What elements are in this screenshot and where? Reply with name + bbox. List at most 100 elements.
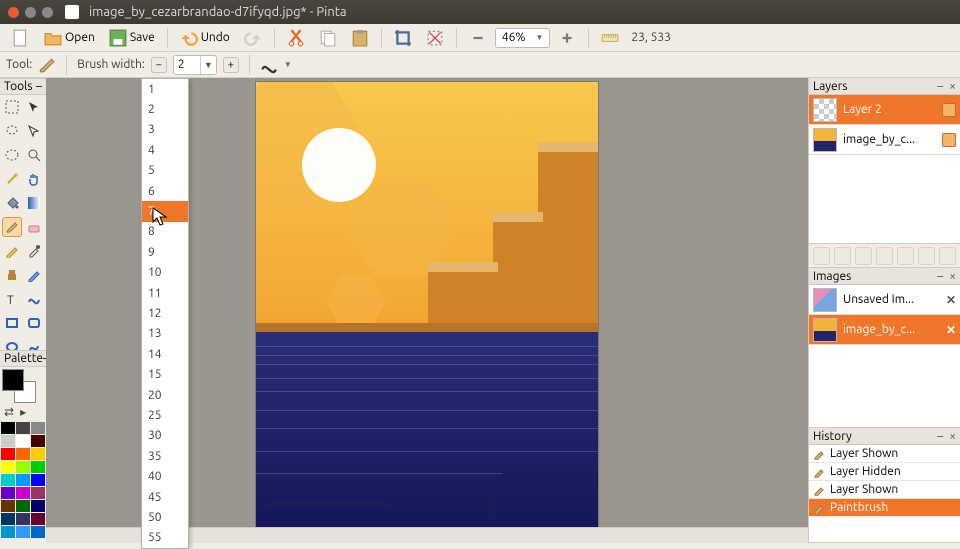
undo-button[interactable]: Undo [174,27,236,49]
panel-minimize-icon[interactable]: – [937,270,943,283]
tool-zoom[interactable] [24,145,44,165]
history-icon [813,484,825,496]
tool-rect[interactable] [2,313,22,333]
swap-colors-icon[interactable]: ⇄ [4,405,14,419]
image-close-icon[interactable]: ✕ [946,323,956,337]
layer-delete-button[interactable] [834,247,851,265]
layer-visible-checkbox[interactable] [942,103,956,117]
dropdown-item[interactable]: 12 [142,303,188,323]
open-label: Open [65,31,95,44]
dropdown-item[interactable]: 20 [142,385,188,405]
dropdown-item[interactable]: 9 [142,242,188,262]
dropdown-item[interactable]: 10 [142,263,188,283]
tool-gradient[interactable] [24,193,44,213]
tools-panel: Tools– T [0,78,46,359]
layer-add-button[interactable] [813,247,830,265]
layer-props-button[interactable] [939,247,956,265]
panel-close-icon[interactable]: × [949,270,956,283]
dropdown-item[interactable]: 40 [142,466,188,486]
brush-width-decrease[interactable]: − [151,57,167,73]
image-close-icon[interactable]: ✕ [946,293,956,307]
dropdown-item[interactable]: 30 [142,426,188,446]
tool-wand[interactable] [2,169,22,189]
window-maximize-button[interactable] [42,7,53,18]
dropdown-item[interactable]: 1 [142,79,188,99]
canvas[interactable] [256,82,598,527]
history-label: Layer Shown [830,447,898,460]
palette-menu-icon[interactable]: ▸ [20,405,26,419]
panel-close-icon[interactable]: × [949,80,956,93]
tool-fill[interactable] [2,193,22,213]
tool-shapes[interactable] [24,289,44,309]
tool-recolor[interactable] [24,265,44,285]
redo-button[interactable] [238,27,268,49]
open-button[interactable]: Open [38,27,101,49]
tool-clone[interactable] [2,265,22,285]
dropdown-item[interactable]: 11 [142,283,188,303]
tool-eraser[interactable] [24,217,44,237]
window-close-button[interactable] [8,7,19,18]
image-row[interactable]: image_by_c... ✕ [809,315,960,345]
tool-pan[interactable] [24,169,44,189]
panel-close-icon[interactable]: × [949,430,956,443]
dropdown-item[interactable]: 45 [142,487,188,507]
dropdown-item[interactable]: 6 [142,181,188,201]
tool-text[interactable]: T [2,289,22,309]
chevron-down-icon: ▼ [535,33,543,42]
tool-picker[interactable] [24,241,44,261]
copy-button[interactable] [313,27,343,49]
tool-ellipse-select[interactable] [2,145,22,165]
tool-pencil[interactable] [2,241,22,261]
new-button[interactable] [6,27,36,49]
primary-color-swatch[interactable] [2,369,24,391]
panel-minimize-icon[interactable]: – [937,80,943,93]
dropdown-item[interactable]: 13 [142,324,188,344]
dropdown-item[interactable]: 50 [142,507,188,527]
chevron-down-icon[interactable]: ▼ [284,60,292,69]
dropdown-item[interactable]: 2 [142,99,188,119]
image-row[interactable]: Unsaved Im... ✕ [809,285,960,315]
chevron-down-icon[interactable]: ▼ [200,56,216,74]
dropdown-item[interactable]: 14 [142,344,188,364]
brush-width-spin[interactable]: 2 ▼ [173,55,217,75]
layer-row[interactable]: Layer 2 [809,95,960,125]
stroke-style-button[interactable] [260,56,278,74]
history-row[interactable]: Paintbrush [809,499,960,517]
brush-width-dropdown[interactable]: 1234567891011121314152025303540455055 [141,78,189,549]
save-button[interactable]: Save [103,27,161,49]
dropdown-item[interactable]: 4 [142,140,188,160]
dropdown-item[interactable]: 35 [142,446,188,466]
palette-colors[interactable] [0,421,46,539]
panel-minimize-icon[interactable]: – [937,430,943,443]
tool-round-rect[interactable] [24,313,44,333]
tool-move-selection[interactable] [24,121,44,141]
tool-rect-select[interactable] [2,97,22,117]
history-row[interactable]: Layer Shown [809,445,960,463]
dropdown-item[interactable]: 55 [142,528,188,548]
dropdown-item[interactable]: 15 [142,364,188,384]
history-row[interactable]: Layer Shown [809,481,960,499]
window-minimize-button[interactable] [25,7,36,18]
panel-minimize-icon[interactable]: – [36,80,42,93]
cut-button[interactable] [281,27,311,49]
dropdown-item[interactable]: 3 [142,120,188,140]
tool-lasso[interactable] [2,121,22,141]
zoom-combo[interactable]: 46%▼ [495,28,551,48]
zoom-out-button[interactable] [463,27,493,49]
layer-row[interactable]: image_by_c... [809,125,960,155]
layer-down-button[interactable] [918,247,935,265]
crop-button[interactable] [388,27,418,49]
zoom-in-button[interactable] [552,27,582,49]
dropdown-item[interactable]: 25 [142,405,188,425]
history-row[interactable]: Layer Hidden [809,463,960,481]
paste-button[interactable] [345,27,375,49]
deselect-button[interactable] [420,27,450,49]
brush-width-increase[interactable]: + [223,57,239,73]
tool-paintbrush[interactable] [2,217,22,237]
layer-duplicate-button[interactable] [855,247,872,265]
tool-move[interactable] [24,97,44,117]
dropdown-item[interactable]: 5 [142,161,188,181]
layer-merge-button[interactable] [876,247,893,265]
layer-visible-checkbox[interactable] [942,133,956,147]
layer-up-button[interactable] [897,247,914,265]
